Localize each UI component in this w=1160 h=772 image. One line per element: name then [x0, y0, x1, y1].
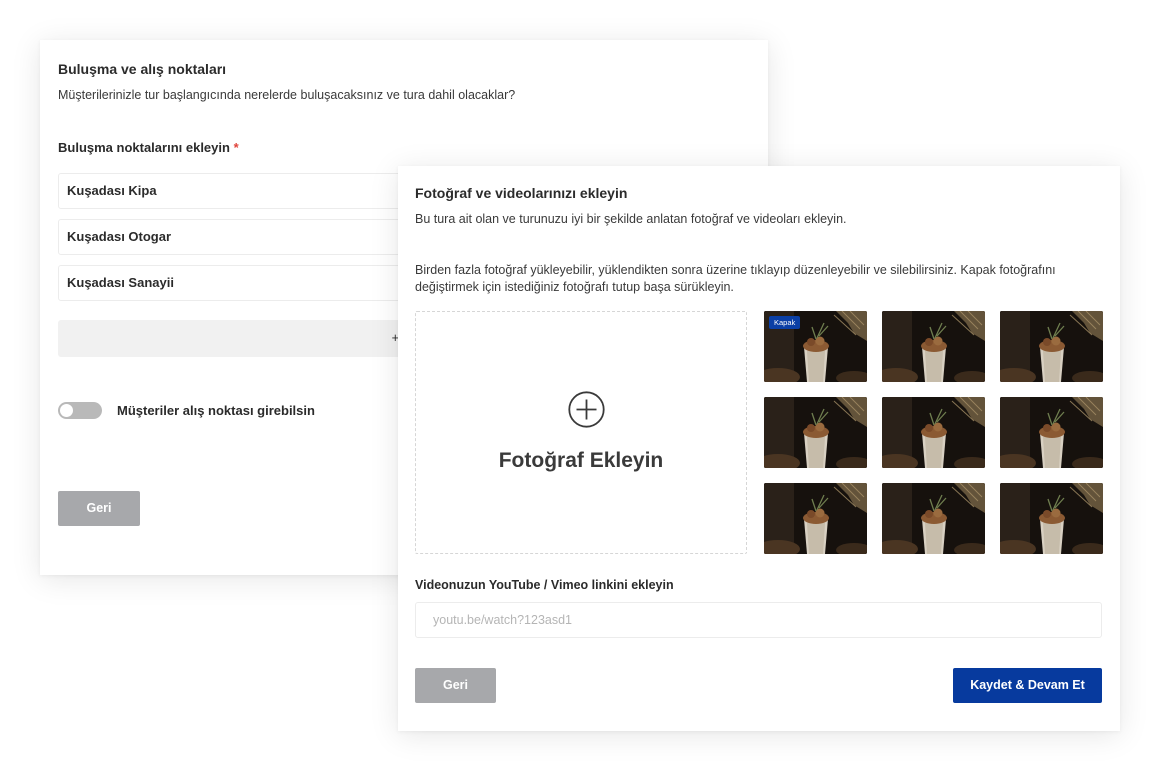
meeting-points-title: Buluşma ve alış noktaları [58, 61, 227, 77]
required-mark: * [233, 140, 239, 155]
photo-dropzone[interactable]: Fotoğraf Ekleyin [415, 311, 747, 554]
photo-thumbnail[interactable] [764, 397, 867, 468]
plus-circle-icon [568, 391, 605, 428]
dessert-photo-image [882, 483, 985, 554]
photo-thumbnail[interactable]: Kapak [764, 311, 867, 382]
photo-thumbnail[interactable] [1000, 483, 1103, 554]
pickup-toggle[interactable] [58, 402, 102, 419]
media-subtitle: Bu tura ait olan ve turunuzu iyi bir şek… [415, 212, 847, 226]
pickup-toggle-label: Müşteriler alış noktası girebilsin [117, 403, 315, 418]
media-helper-text: Birden fazla fotoğraf yükleyebilir, yükl… [415, 263, 1056, 294]
toggle-knob [60, 404, 73, 417]
dessert-photo-image [1000, 483, 1103, 554]
video-link-label: Videonuzun YouTube / Vimeo linkini ekley… [415, 578, 674, 592]
photo-thumbnail[interactable] [882, 483, 985, 554]
photo-thumbnail[interactable] [764, 483, 867, 554]
photo-thumbnail[interactable] [882, 397, 985, 468]
back-button[interactable]: Geri [415, 668, 496, 703]
meeting-points-field-label: Buluşma noktalarını ekleyin * [58, 140, 239, 155]
cover-badge: Kapak [769, 316, 801, 329]
back-button[interactable]: Geri [58, 491, 140, 526]
dessert-photo-image [1000, 311, 1103, 382]
meeting-points-subtitle: Müşterilerinizle tur başlangıcında nerel… [58, 88, 516, 102]
dessert-photo-image [882, 397, 985, 468]
media-title: Fotoğraf ve videolarınızı ekleyin [415, 185, 628, 201]
field-label-text: Buluşma noktalarını ekleyin [58, 140, 230, 155]
media-card: Fotoğraf ve videolarınızı ekleyin Bu tur… [398, 166, 1120, 731]
dessert-photo-image [764, 483, 867, 554]
save-continue-button[interactable]: Kaydet & Devam Et [953, 668, 1102, 703]
dropzone-label: Fotoğraf Ekleyin [498, 449, 664, 472]
photo-thumbnail[interactable] [882, 311, 985, 382]
dessert-photo-image [764, 397, 867, 468]
photo-thumbnail[interactable] [1000, 397, 1103, 468]
photo-thumbnail[interactable] [1000, 311, 1103, 382]
video-link-input[interactable] [415, 602, 1102, 638]
dessert-photo-image [1000, 397, 1103, 468]
dessert-photo-image [882, 311, 985, 382]
